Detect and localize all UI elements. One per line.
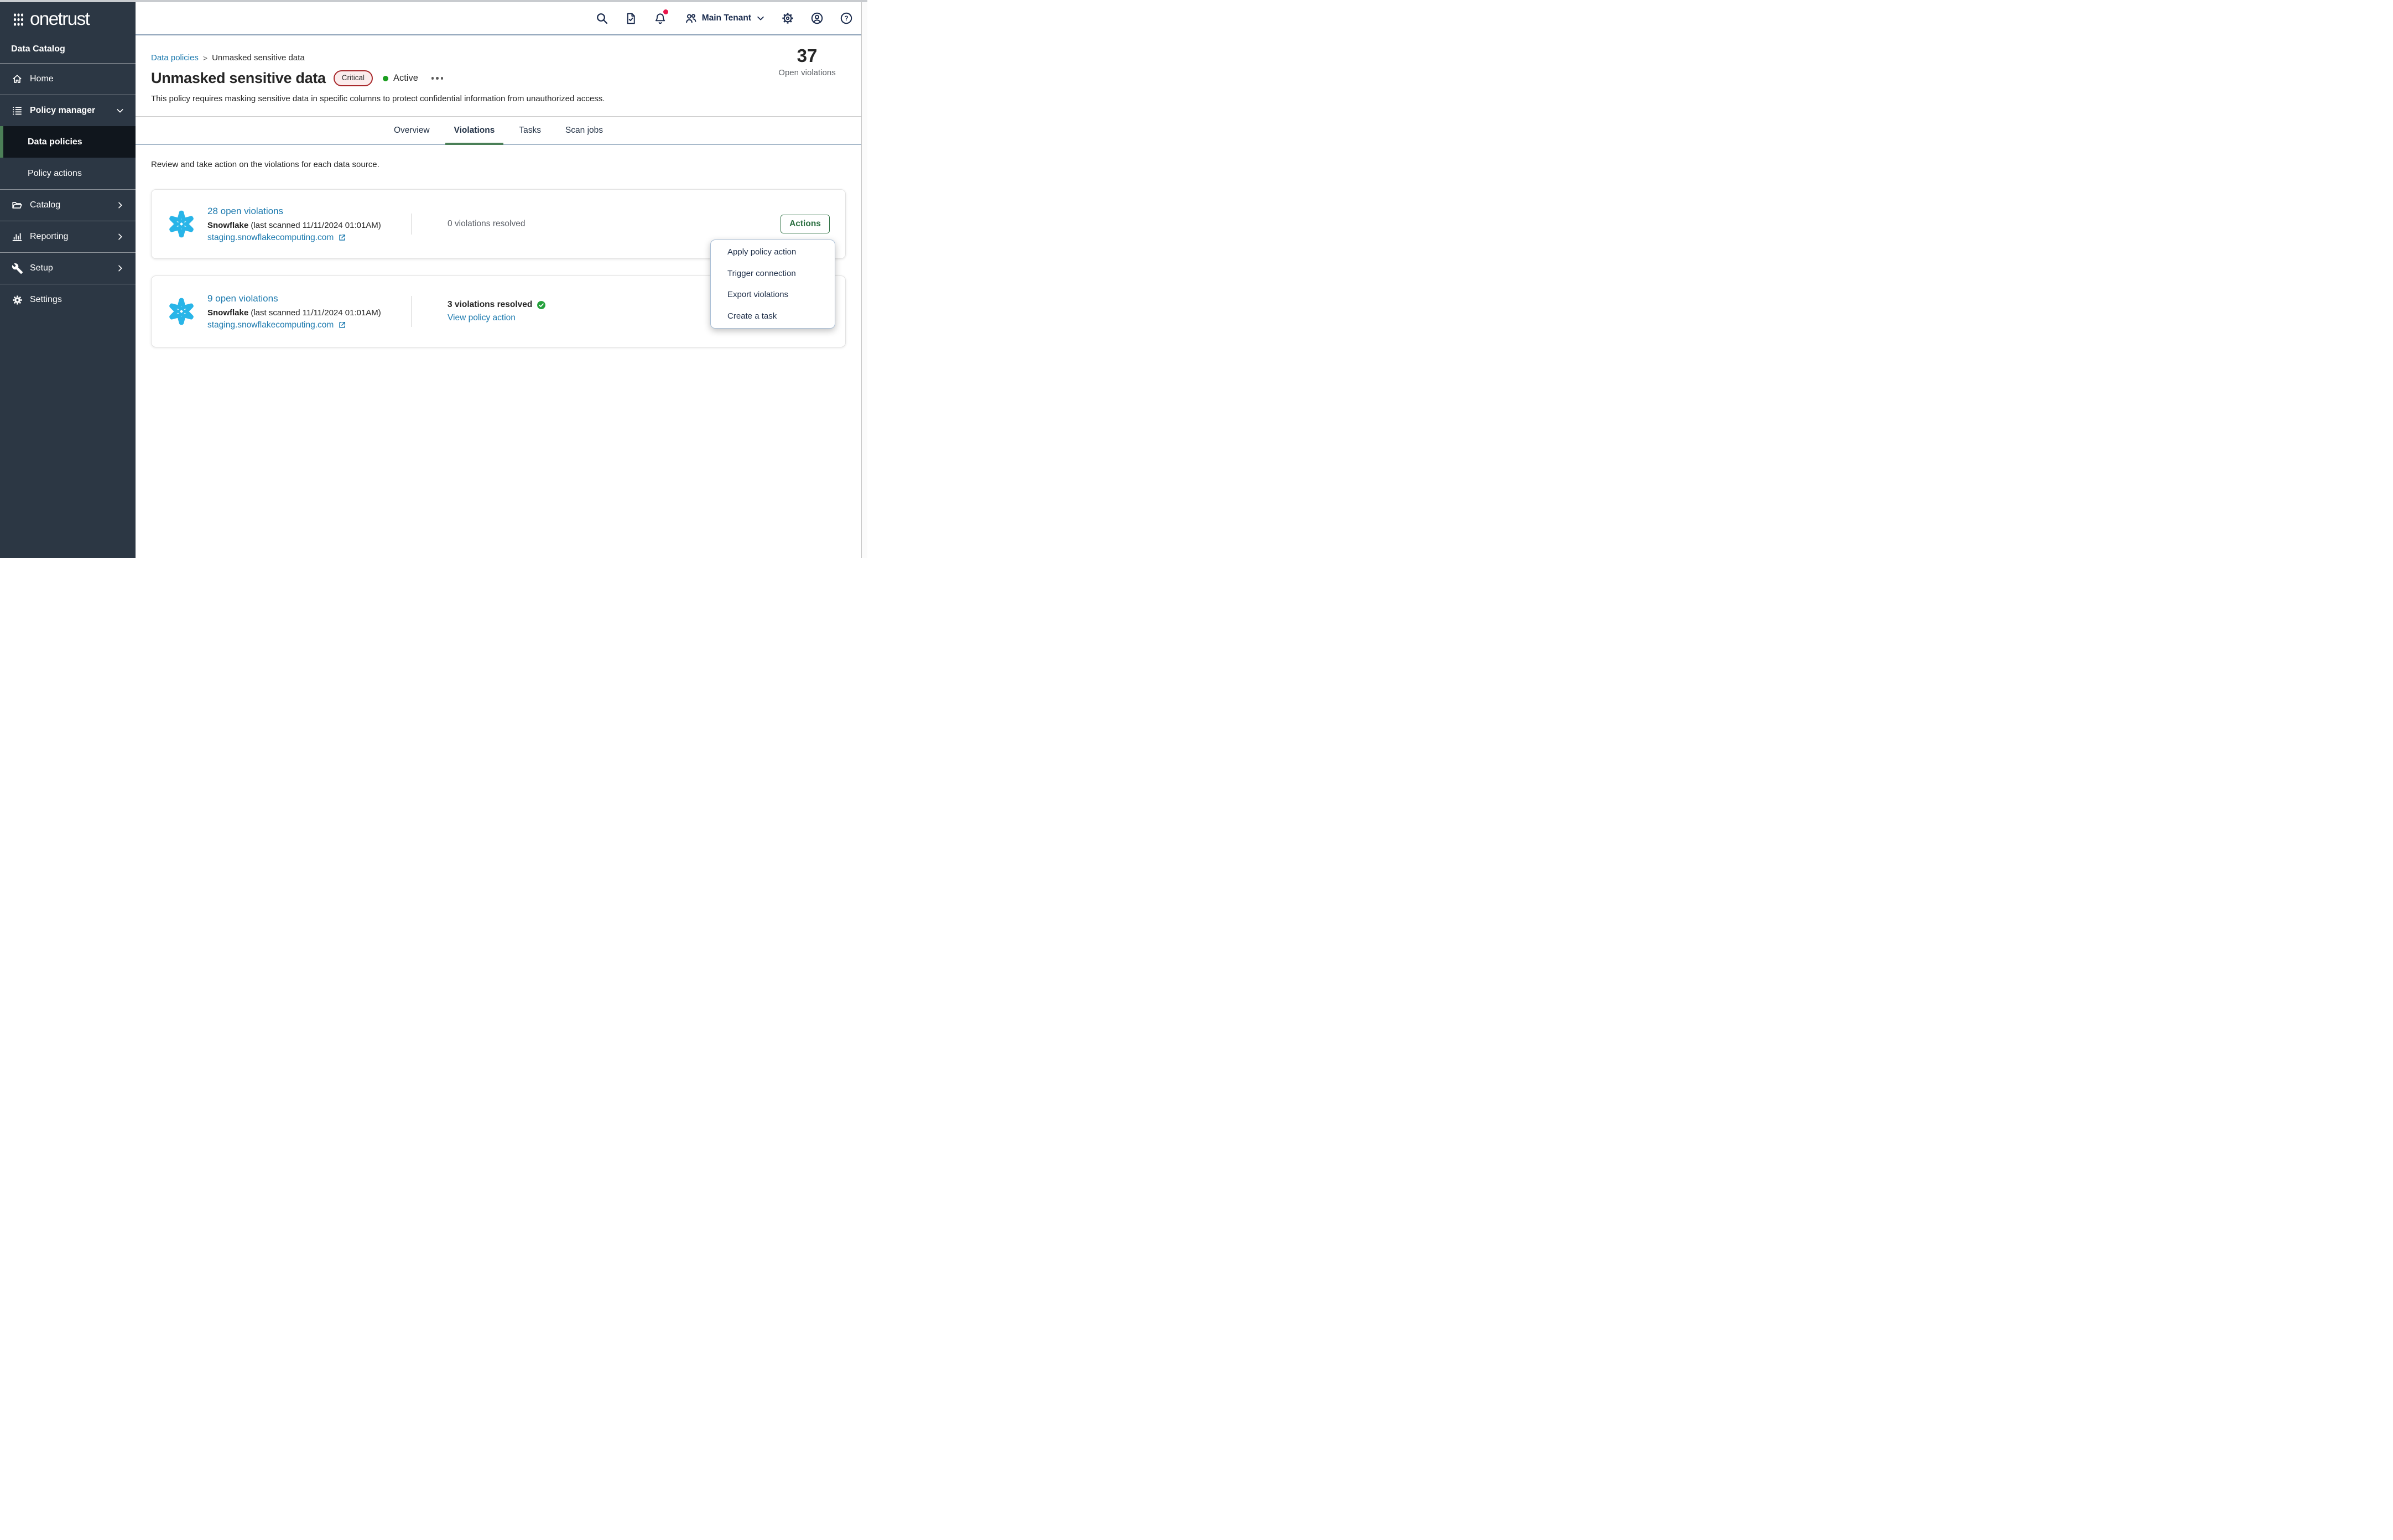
resolved-count-text: 0 violations resolved	[448, 219, 525, 228]
tenant-selector[interactable]: Main Tenant	[684, 12, 766, 25]
card-divider	[411, 296, 412, 327]
breadcrumb: Data policies > Unmasked sensitive data	[151, 53, 861, 63]
chevron-right-icon	[116, 201, 124, 210]
more-options-button[interactable]	[429, 74, 446, 83]
sidebar-item-label: Reporting	[30, 232, 109, 242]
reporting-chart-icon	[11, 231, 23, 243]
tenant-label: Main Tenant	[702, 13, 751, 23]
product-label: Data Catalog	[0, 37, 136, 63]
data-source-line: Snowflake (last scanned 11/11/2024 01:01…	[207, 308, 381, 318]
card-divider	[411, 214, 412, 235]
tab-scan-jobs[interactable]: Scan jobs	[565, 117, 603, 144]
scrollbar[interactable]	[861, 2, 867, 558]
tenant-people-icon	[684, 12, 698, 25]
chevron-right-icon	[116, 264, 124, 273]
chevron-down-icon	[116, 106, 124, 115]
sidebar-item-setup[interactable]: Setup	[0, 253, 136, 284]
resolved-count-text: 3 violations resolved	[448, 300, 532, 310]
data-source-name: Snowflake	[207, 221, 248, 230]
breadcrumb-data-policies-link[interactable]: Data policies	[151, 53, 199, 63]
data-source-line: Snowflake (last scanned 11/11/2024 01:01…	[207, 221, 381, 230]
view-policy-action-link[interactable]: View policy action	[448, 313, 516, 323]
catalog-folder-icon	[11, 199, 23, 211]
settings-gear-icon	[11, 294, 23, 306]
status-indicator: Active	[383, 73, 418, 84]
page-title: Unmasked sensitive data	[151, 70, 326, 87]
onetrust-grid-icon	[13, 13, 24, 27]
topbar: Main Tenant ?	[136, 2, 861, 35]
account-icon[interactable]	[810, 11, 824, 25]
sidebar-item-label: Data policies	[28, 137, 136, 147]
sidebar: onetrust Data Catalog Home Policy manage…	[0, 2, 136, 558]
sidebar-item-label: Policy actions	[28, 169, 136, 179]
logo-text: onetrust	[30, 9, 89, 30]
open-violations-stat: 37 Open violations	[778, 45, 835, 77]
window-top-edge	[0, 0, 867, 2]
search-icon[interactable]	[595, 11, 609, 25]
sidebar-item-label: Settings	[30, 295, 136, 305]
sidebar-item-settings[interactable]: Settings	[0, 284, 136, 315]
active-dot-icon	[383, 76, 388, 81]
snowflake-logo-icon	[167, 209, 196, 239]
tab-overview[interactable]: Overview	[394, 117, 430, 144]
external-link-icon	[338, 321, 346, 329]
notification-badge	[663, 9, 668, 14]
global-settings-gear-icon[interactable]	[781, 11, 795, 25]
last-scanned-note: (last scanned 11/11/2024 01:01AM)	[251, 308, 381, 318]
sidebar-item-label: Home	[30, 74, 136, 84]
sidebar-item-label: Policy manager	[30, 106, 109, 116]
help-icon[interactable]: ?	[839, 11, 854, 25]
notifications-bell-icon[interactable]	[653, 11, 668, 25]
sidebar-item-data-policies[interactable]: Data policies	[0, 126, 136, 158]
severity-badge: Critical	[334, 70, 373, 86]
svg-text:?: ?	[844, 14, 848, 22]
menu-item-trigger-connection[interactable]: Trigger connection	[711, 263, 835, 284]
tab-bar: Overview Violations Tasks Scan jobs	[136, 117, 861, 145]
sidebar-item-policy-manager[interactable]: Policy manager	[0, 95, 136, 126]
actions-dropdown-menu: Apply policy action Trigger connection E…	[710, 240, 835, 329]
policy-manager-list-icon	[11, 105, 23, 117]
last-scanned-note: (last scanned 11/11/2024 01:01AM)	[251, 221, 381, 230]
main-content: Data policies > Unmasked sensitive data …	[136, 37, 861, 558]
sidebar-item-label: Catalog	[30, 200, 109, 210]
open-violations-link[interactable]: 28 open violations	[207, 206, 283, 217]
sidebar-item-label: Setup	[30, 263, 109, 273]
open-violations-count: 37	[778, 45, 835, 66]
snowflake-logo-icon	[167, 296, 196, 326]
tasks-document-icon[interactable]	[624, 11, 638, 25]
onetrust-logo[interactable]: onetrust	[0, 2, 136, 37]
menu-item-create-a-task[interactable]: Create a task	[711, 305, 835, 327]
open-violations-link[interactable]: 9 open violations	[207, 293, 278, 304]
chevron-down-icon	[756, 13, 766, 23]
menu-item-export-violations[interactable]: Export violations	[711, 284, 835, 306]
open-violations-label: Open violations	[778, 68, 835, 77]
breadcrumb-current: Unmasked sensitive data	[212, 53, 305, 63]
setup-wrench-icon	[11, 262, 23, 274]
status-label: Active	[393, 73, 418, 84]
menu-item-apply-policy-action[interactable]: Apply policy action	[711, 241, 835, 263]
breadcrumb-separator: >	[203, 54, 207, 63]
tab-tasks[interactable]: Tasks	[519, 117, 541, 144]
resolved-check-icon	[537, 300, 546, 310]
selected-indicator	[0, 126, 3, 158]
actions-button[interactable]: Actions	[781, 215, 830, 233]
sidebar-item-policy-actions[interactable]: Policy actions	[0, 158, 136, 189]
sidebar-item-reporting[interactable]: Reporting	[0, 221, 136, 252]
policy-description: This policy requires masking sensitive d…	[151, 94, 861, 103]
chevron-right-icon	[116, 232, 124, 241]
violations-intro: Review and take action on the violations…	[151, 160, 861, 169]
page-header: Data policies > Unmasked sensitive data …	[136, 37, 861, 103]
home-icon	[11, 73, 23, 85]
external-link-icon	[338, 233, 346, 242]
data-source-url-link[interactable]: staging.snowflakecomputing.com	[207, 233, 334, 243]
tab-violations[interactable]: Violations	[454, 117, 495, 144]
sidebar-item-catalog[interactable]: Catalog	[0, 190, 136, 221]
sidebar-item-home[interactable]: Home	[0, 64, 136, 95]
data-source-url-link[interactable]: staging.snowflakecomputing.com	[207, 320, 334, 330]
data-source-name: Snowflake	[207, 308, 248, 318]
